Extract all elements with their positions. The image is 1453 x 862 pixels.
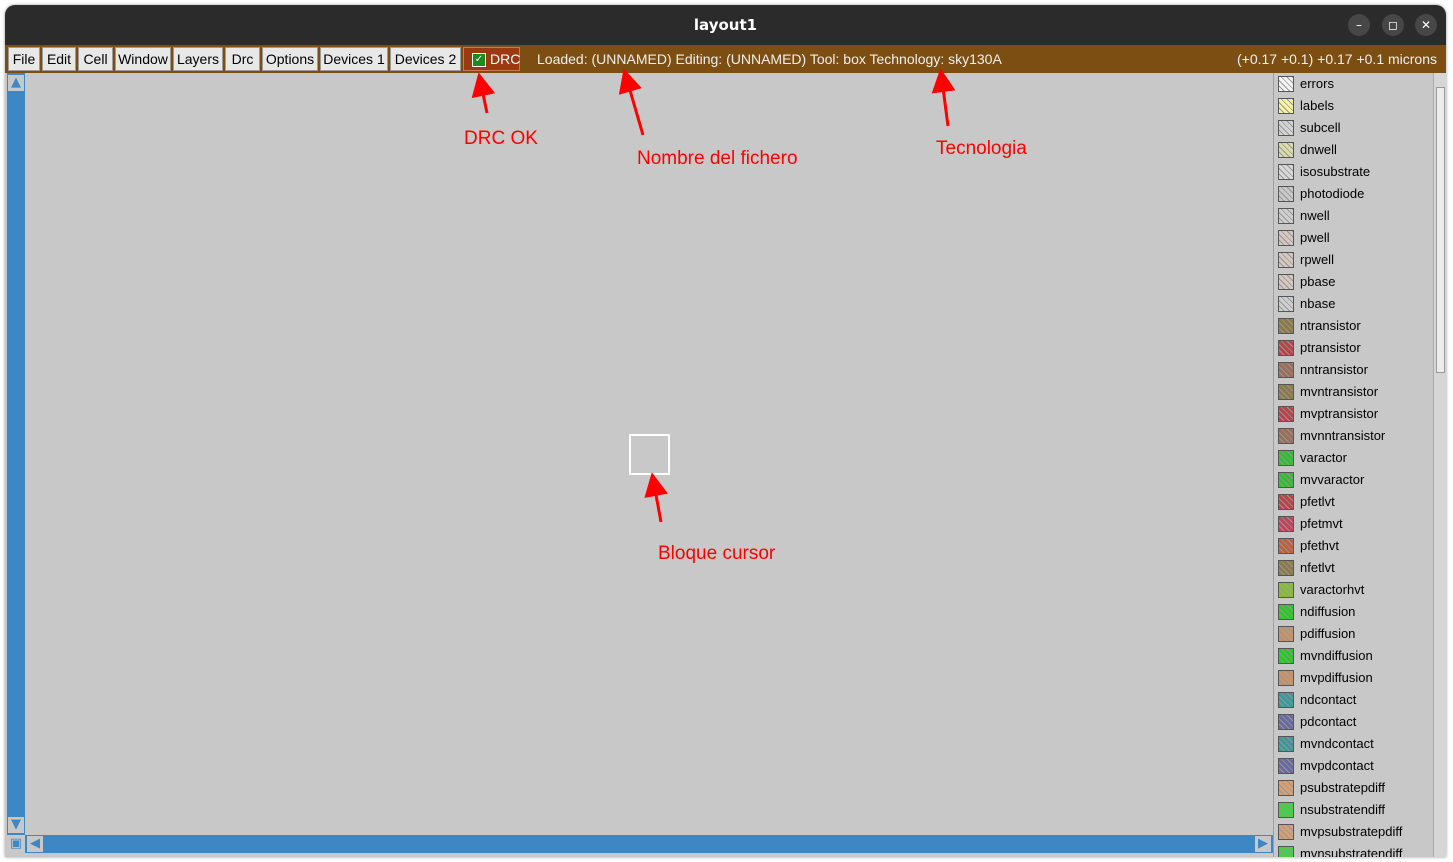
filename-annotation-arrow: [618, 68, 645, 136]
drc-annotation-arrow: [471, 72, 496, 114]
cursor-annotation-arrow: [644, 472, 668, 523]
annotation-arrows: [471, 68, 956, 523]
technology-annotation-arrow: [931, 68, 956, 127]
filename-annotation: Nombre del fichero: [637, 148, 798, 169]
cursor-block-annotation: Bloque cursor: [658, 543, 776, 564]
technology-annotation: Tecnologia: [936, 138, 1027, 159]
drc-ok-annotation: DRC OK: [464, 128, 538, 149]
